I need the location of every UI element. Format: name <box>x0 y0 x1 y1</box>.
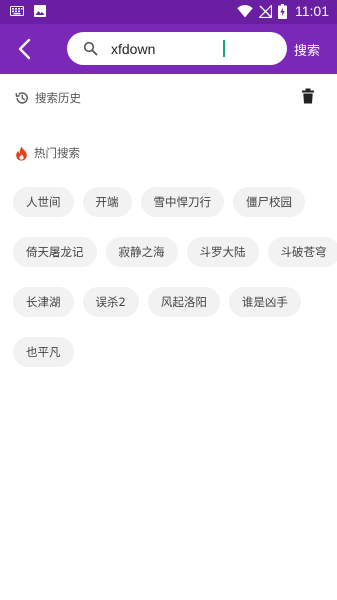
tag-row: 人世间 开端 雪中悍刀行 僵尸校园 <box>13 187 333 217</box>
hot-tag[interactable]: 雪中悍刀行 <box>140 187 224 217</box>
hot-tag[interactable]: 误杀2 <box>82 287 139 317</box>
history-title: 搜索历史 <box>35 91 81 105</box>
search-box[interactable] <box>67 32 287 65</box>
hot-header: 热门搜索 <box>15 145 80 161</box>
text-cursor <box>223 40 225 57</box>
hot-tag[interactable]: 也平凡 <box>13 337 74 367</box>
hot-tag[interactable]: 斗破苍穹 <box>267 237 337 267</box>
wifi-icon <box>237 4 253 17</box>
tag-row: 长津湖 误杀2 风起洛阳 谁是凶手 <box>13 287 333 317</box>
search-input[interactable] <box>111 38 276 59</box>
hot-tag[interactable]: 谁是凶手 <box>228 287 301 317</box>
hot-search-tags: 人世间 开端 雪中悍刀行 僵尸校园 倚天屠龙记 寂静之海 斗罗大陆 斗破苍穹 长… <box>13 187 337 387</box>
hot-tag[interactable]: 风起洛阳 <box>147 287 220 317</box>
keyboard-icon <box>10 6 24 16</box>
hot-tag[interactable]: 斗罗大陆 <box>186 237 259 267</box>
status-time: 11:01 <box>295 3 329 19</box>
image-icon <box>34 5 46 17</box>
history-header: 搜索历史 <box>15 90 81 106</box>
hot-tag[interactable]: 僵尸校园 <box>233 187 305 217</box>
back-arrow-icon[interactable] <box>12 36 38 62</box>
hot-tag[interactable]: 寂静之海 <box>105 237 178 267</box>
no-signal-icon <box>259 4 272 18</box>
trash-icon[interactable] <box>301 88 315 104</box>
status-bar: 11:01 <box>0 0 337 24</box>
hot-tag[interactable]: 开端 <box>82 187 132 217</box>
app-bar: 搜索 <box>0 24 337 74</box>
fire-icon <box>16 146 27 161</box>
search-icon <box>83 41 98 56</box>
search-button[interactable]: 搜索 <box>294 40 320 59</box>
hot-title: 热门搜索 <box>34 146 80 160</box>
history-icon <box>15 92 28 104</box>
tag-row: 倚天屠龙记 寂静之海 斗罗大陆 斗破苍穹 <box>13 237 337 267</box>
battery-charging-icon <box>278 3 287 19</box>
hot-tag[interactable]: 倚天屠龙记 <box>13 237 97 267</box>
hot-tag[interactable]: 人世间 <box>13 187 74 217</box>
tag-row: 也平凡 <box>13 337 333 367</box>
hot-tag[interactable]: 长津湖 <box>13 287 74 317</box>
